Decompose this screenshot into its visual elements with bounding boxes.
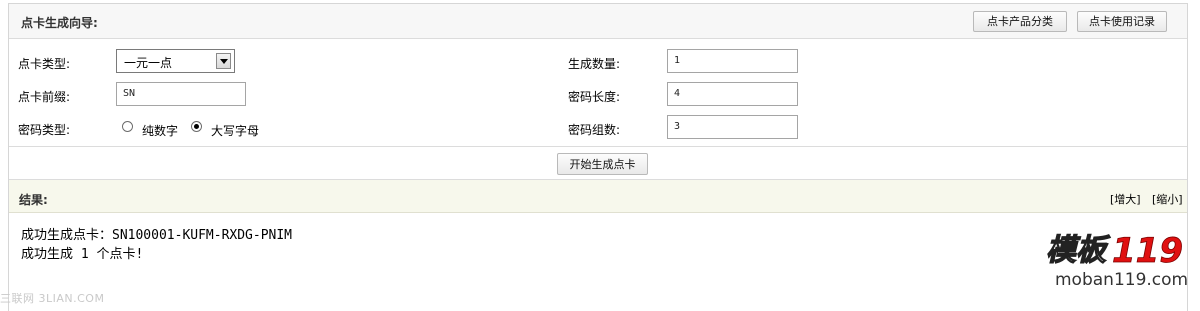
divider bbox=[9, 146, 1187, 147]
result-header: 结果: [增大] [缩小] bbox=[9, 179, 1187, 213]
moban119-logo: 模板 119 bbox=[1046, 231, 1183, 268]
site-watermark: 三联网 3LIAN.COM bbox=[0, 292, 105, 305]
card-type-label: 点卡类型: bbox=[18, 57, 71, 71]
card-type-selected: 一元一点 bbox=[124, 56, 173, 70]
card-category-button[interactable]: 点卡产品分类 bbox=[973, 11, 1067, 32]
password-type-label: 密码类型: bbox=[18, 123, 71, 137]
result-output: 成功生成点卡：SN100001-KUFM-RXDG-PNIM 成功生成 1 个点… bbox=[21, 226, 292, 264]
radio-uppercase-label: 大写字母 bbox=[211, 124, 260, 138]
result-line: 成功生成点卡：SN100001-KUFM-RXDG-PNIM bbox=[21, 228, 293, 243]
result-title: 结果: bbox=[19, 193, 48, 207]
quantity-label: 生成数量: bbox=[568, 57, 621, 71]
card-prefix-input[interactable]: SN bbox=[116, 82, 246, 106]
card-prefix-label: 点卡前缀: bbox=[18, 90, 71, 104]
radio-numeric-label: 纯数字 bbox=[142, 124, 179, 138]
svg-text:模板: 模板 bbox=[1046, 233, 1111, 268]
password-groups-label: 密码组数: bbox=[568, 123, 621, 137]
logo-site-text: moban119.com bbox=[1055, 270, 1189, 290]
password-length-input[interactable]: 4 bbox=[667, 82, 798, 106]
card-generator-panel: 点卡生成向导: 点卡产品分类 点卡使用记录 点卡类型: 一元一点 点卡前缀: S… bbox=[8, 3, 1188, 311]
password-groups-input[interactable]: 3 bbox=[667, 115, 798, 139]
result-line: 成功生成 1 个点卡! bbox=[21, 247, 144, 262]
radio-uppercase[interactable] bbox=[191, 121, 202, 132]
wizard-header: 点卡生成向导: 点卡产品分类 点卡使用记录 bbox=[9, 4, 1187, 39]
radio-numeric[interactable] bbox=[122, 121, 133, 132]
chevron-down-icon[interactable] bbox=[216, 53, 231, 69]
page: 点卡生成向导: 点卡产品分类 点卡使用记录 点卡类型: 一元一点 点卡前缀: S… bbox=[0, 0, 1200, 311]
zoom-out-link[interactable]: [缩小] bbox=[1152, 191, 1183, 207]
card-type-select[interactable]: 一元一点 bbox=[116, 49, 235, 73]
zoom-in-link[interactable]: [增大] bbox=[1110, 191, 1141, 207]
card-usage-log-button[interactable]: 点卡使用记录 bbox=[1077, 11, 1167, 32]
start-generate-button[interactable]: 开始生成点卡 bbox=[557, 153, 648, 175]
password-length-label: 密码长度: bbox=[568, 90, 621, 104]
svg-text:119: 119 bbox=[1112, 231, 1183, 268]
wizard-title: 点卡生成向导: bbox=[21, 16, 98, 30]
quantity-input[interactable]: 1 bbox=[667, 49, 798, 73]
